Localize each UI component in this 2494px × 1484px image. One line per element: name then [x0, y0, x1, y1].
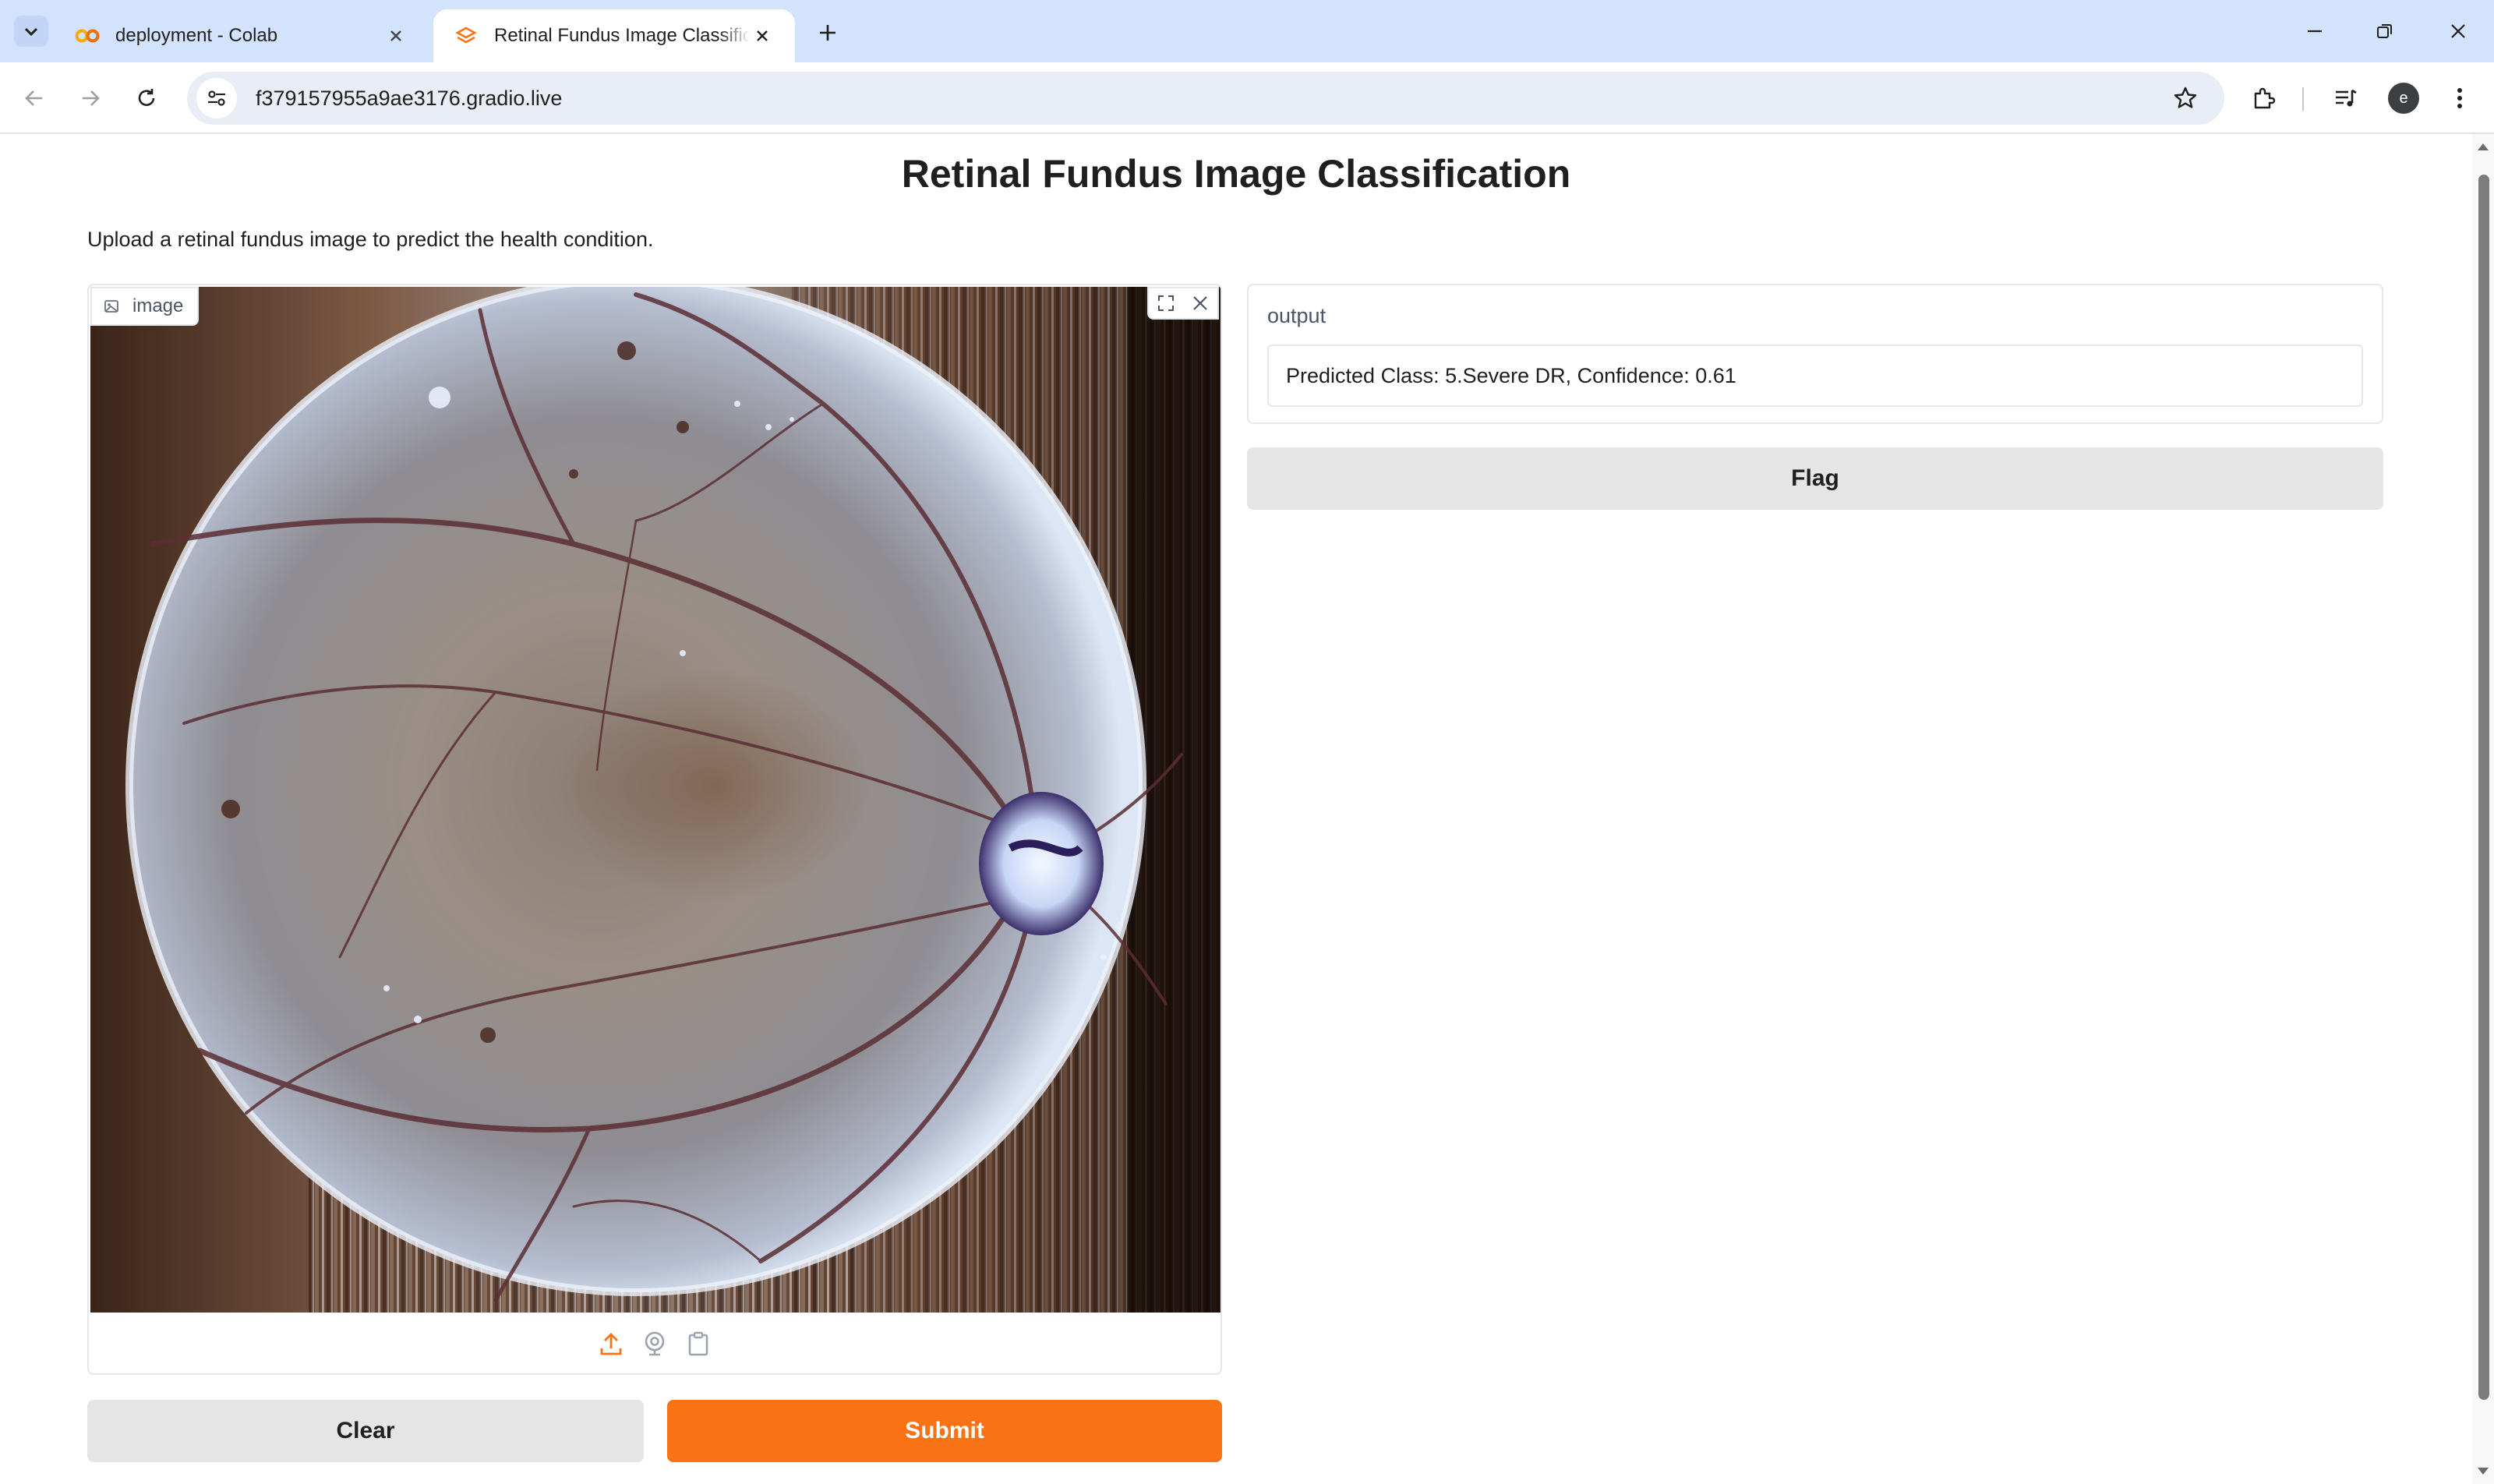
back-button[interactable] — [16, 80, 53, 117]
media-controls-icon[interactable] — [2327, 80, 2365, 117]
toolbar-divider — [2302, 87, 2304, 111]
restore-button[interactable] — [2362, 11, 2408, 51]
url-text: f379157955a9ae3176.gradio.live — [256, 86, 563, 110]
page-scrollbar[interactable] — [2472, 134, 2494, 1484]
browser-tab-strip: deployment - Colab Retinal Fundus Image … — [0, 0, 2494, 62]
page-title: Retinal Fundus Image Classification — [901, 152, 1571, 196]
output-textbox[interactable]: Predicted Class: 5.Severe DR, Confidence… — [1267, 344, 2363, 407]
reload-icon — [138, 89, 155, 106]
submit-button[interactable]: Submit — [667, 1400, 1222, 1462]
tab-title: Retinal Fundus Image Classification — [494, 25, 750, 46]
gradio-app: Retinal Fundus Image Classification Uplo… — [0, 134, 2472, 1484]
close-icon[interactable] — [1183, 288, 1217, 318]
scroll-up-icon[interactable] — [2475, 139, 2491, 154]
flag-button[interactable]: Flag — [1247, 447, 2383, 510]
fullscreen-icon[interactable] — [1149, 288, 1183, 318]
more-menu-icon[interactable] — [2441, 80, 2478, 117]
clear-button[interactable]: Clear — [87, 1400, 644, 1462]
tab-title: deployment - Colab — [115, 25, 278, 46]
new-tab-button[interactable] — [811, 16, 845, 50]
minimize-button[interactable] — [2291, 11, 2338, 51]
output-panel: output Predicted Class: 5.Severe DR, Con… — [1247, 284, 2383, 424]
tab-colab[interactable]: deployment - Colab — [55, 9, 429, 62]
scroll-down-icon[interactable] — [2475, 1464, 2491, 1479]
output-label: output — [1267, 304, 1326, 327]
forward-button[interactable] — [72, 80, 109, 117]
colab-icon — [75, 23, 100, 48]
browser-toolbar: f379157955a9ae3176.gradio.live — [0, 62, 2494, 134]
webcam-icon[interactable] — [642, 1328, 667, 1359]
upload-icon[interactable] — [599, 1328, 624, 1359]
close-icon — [2451, 24, 2465, 38]
gradio-icon — [454, 23, 479, 48]
close-icon[interactable] — [750, 23, 775, 48]
chevron-down-icon — [24, 27, 38, 37]
bookmark-star-icon[interactable] — [2167, 80, 2204, 117]
image-source-selector — [89, 1313, 1221, 1373]
image-input[interactable]: image — [87, 284, 1222, 1375]
image-actions — [1147, 287, 1219, 320]
tab-search-button[interactable] — [14, 16, 48, 47]
plus-icon — [820, 25, 835, 41]
image-label-badge: image — [90, 287, 200, 326]
arrow-left-icon — [25, 90, 42, 106]
image-label: image — [132, 295, 184, 316]
tab-retinal-fundus[interactable]: Retinal Fundus Image Classification — [433, 9, 795, 62]
arrow-right-icon — [83, 90, 100, 106]
close-icon[interactable] — [383, 23, 408, 48]
restore-icon — [2377, 24, 2392, 38]
fundus-image — [90, 287, 1221, 1313]
image-icon — [103, 298, 120, 315]
clipboard-icon[interactable] — [686, 1328, 711, 1359]
reload-button[interactable] — [128, 80, 165, 117]
close-window-button[interactable] — [2435, 11, 2482, 51]
profile-avatar[interactable]: e — [2388, 83, 2419, 114]
site-info-icon[interactable] — [196, 78, 237, 118]
address-bar[interactable]: f379157955a9ae3176.gradio.live — [187, 72, 2224, 125]
scrollbar-thumb[interactable] — [2478, 175, 2489, 1400]
page-description: Upload a retinal fundus image to predict… — [87, 228, 654, 251]
extensions-icon[interactable] — [2245, 80, 2282, 117]
minimize-icon — [2308, 30, 2322, 33]
